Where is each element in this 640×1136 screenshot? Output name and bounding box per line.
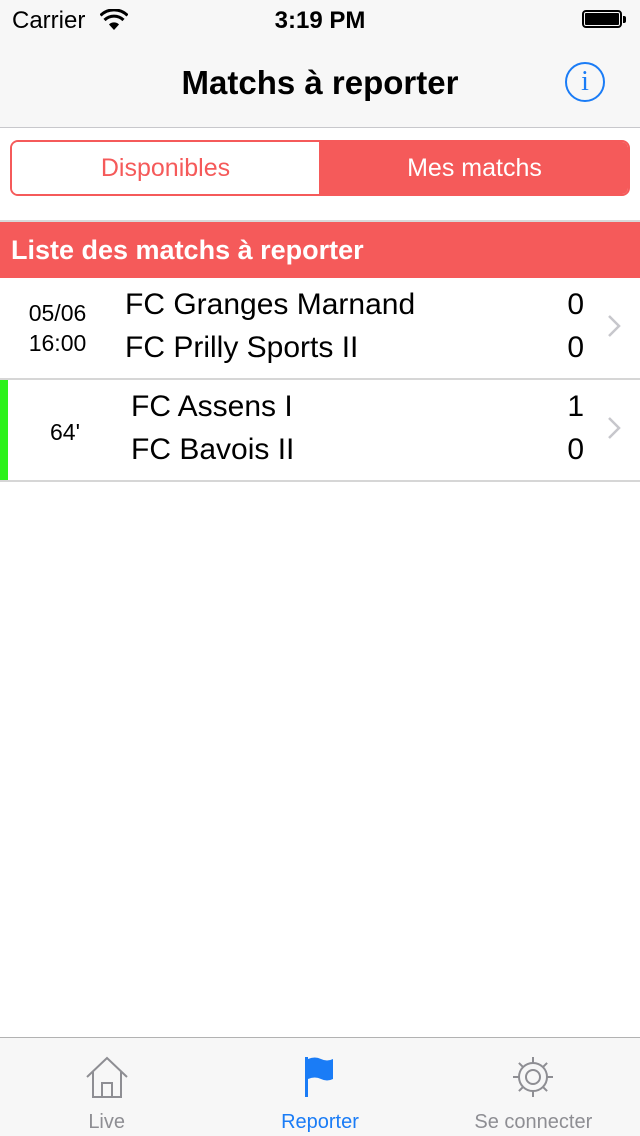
- chevron-right-icon: [608, 417, 621, 439]
- flag-icon: [304, 1057, 333, 1097]
- chevron-right-icon: [608, 315, 621, 337]
- match-datetime: 05/06 16:00: [0, 298, 115, 358]
- tab-label: Live: [88, 1111, 126, 1133]
- segment-mes-matchs[interactable]: Mes matchs: [321, 142, 628, 194]
- section-header: Liste des matchs à reporter: [0, 222, 640, 278]
- match-row[interactable]: 64' FC Assens I FC Bavois II 1 0: [0, 380, 640, 482]
- match-time: 16:00: [28, 330, 87, 356]
- segmented-control: Disponibles Mes matchs: [10, 140, 630, 196]
- tab-reporter[interactable]: Reporter: [213, 1038, 426, 1136]
- segment-disponibles[interactable]: Disponibles: [12, 142, 321, 194]
- tab-label: Se connecter: [474, 1111, 593, 1133]
- page-title: Matchs à reporter: [181, 64, 459, 101]
- away-score: 0: [567, 433, 584, 466]
- status-bar: Carrier 3:19 PM: [0, 0, 640, 40]
- match-minute: 64': [50, 419, 80, 445]
- home-score: 1: [567, 390, 584, 423]
- navigation-bar: Matchs à reporter i: [0, 40, 640, 128]
- match-date: 05/06: [28, 300, 87, 326]
- segment-area: Disponibles Mes matchs: [0, 128, 640, 222]
- match-row[interactable]: 05/06 16:00 FC Granges Marnand FC Prilly…: [0, 278, 640, 380]
- gear-icon: [513, 1057, 554, 1097]
- home-team: FC Assens I: [131, 390, 293, 423]
- info-icon[interactable]: i: [565, 62, 605, 102]
- tab-bar: Live Reporter Se connecter: [0, 1037, 640, 1136]
- tab-live[interactable]: Live: [0, 1038, 213, 1136]
- battery-icon: [582, 10, 628, 30]
- away-score: 0: [567, 331, 584, 364]
- home-team: FC Granges Marnand: [125, 288, 416, 321]
- tab-label: Reporter: [281, 1111, 359, 1133]
- tab-se-connecter[interactable]: Se connecter: [427, 1038, 640, 1136]
- away-team: FC Prilly Sports II: [125, 331, 359, 364]
- away-team: FC Bavois II: [131, 433, 295, 466]
- home-score: 0: [567, 288, 584, 321]
- home-icon: [85, 1056, 128, 1098]
- clock: 3:19 PM: [274, 7, 366, 34]
